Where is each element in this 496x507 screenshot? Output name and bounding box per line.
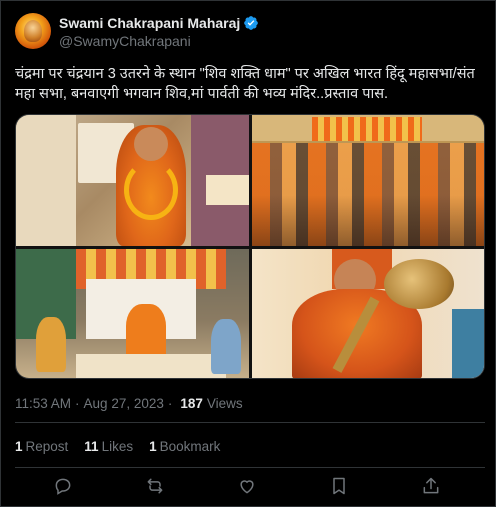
author-names: Swami Chakrapani Maharaj @SwamyChakrapan…	[59, 14, 259, 49]
media-photo-4[interactable]	[252, 249, 484, 378]
avatar[interactable]	[15, 13, 51, 49]
display-name[interactable]: Swami Chakrapani Maharaj	[59, 15, 240, 31]
handle[interactable]: @SwamyChakrapani	[59, 33, 259, 49]
likes-label: Likes	[101, 438, 134, 454]
heart-icon[interactable]	[237, 476, 259, 498]
reposts-label: Repost	[25, 438, 69, 454]
reposts-count: 1	[15, 438, 23, 454]
share-icon[interactable]	[421, 476, 443, 498]
bookmarks-count: 1	[149, 438, 157, 454]
reply-icon[interactable]	[53, 476, 75, 498]
tweet-time[interactable]: 11:53 AM	[15, 396, 71, 411]
divider	[15, 422, 485, 423]
bookmarks-stat[interactable]: 1 Bookmark	[149, 439, 220, 454]
verified-badge-icon	[243, 15, 259, 31]
likes-count: 11	[84, 438, 99, 454]
divider	[15, 467, 485, 468]
media-photo-1[interactable]	[16, 115, 249, 246]
tweet-date[interactable]: Aug 27, 2023	[84, 396, 164, 411]
views-label: Views	[206, 395, 243, 411]
repost-icon[interactable]	[145, 476, 167, 498]
action-bar	[51, 476, 451, 500]
separator: ·	[167, 395, 173, 411]
name-row: Swami Chakrapani Maharaj	[59, 14, 259, 32]
views-count: 187	[180, 395, 203, 411]
tweet-timestamp: 11:53 AM · Aug 27, 2023 · 187 Views	[15, 394, 243, 412]
likes-stat[interactable]: 11 Likes	[84, 439, 133, 454]
reposts-stat[interactable]: 1 Repost	[15, 439, 68, 454]
tweet-text: चंद्रमा पर चंद्रयान 3 उतरने के स्थान "शि…	[15, 66, 475, 102]
tweet-card: Swami Chakrapani Maharaj @SwamyChakrapan…	[0, 0, 496, 507]
media-photo-2[interactable]	[252, 115, 484, 246]
tweet-header: Swami Chakrapani Maharaj @SwamyChakrapan…	[15, 13, 259, 53]
media-photo-3[interactable]	[16, 249, 249, 378]
bookmarks-label: Bookmark	[159, 438, 221, 454]
separator: ·	[75, 395, 80, 411]
tweet-stats: 1 Repost 11 Likes 1 Bookmark	[15, 437, 236, 455]
bookmark-icon[interactable]	[329, 476, 351, 498]
media-grid	[15, 114, 485, 379]
